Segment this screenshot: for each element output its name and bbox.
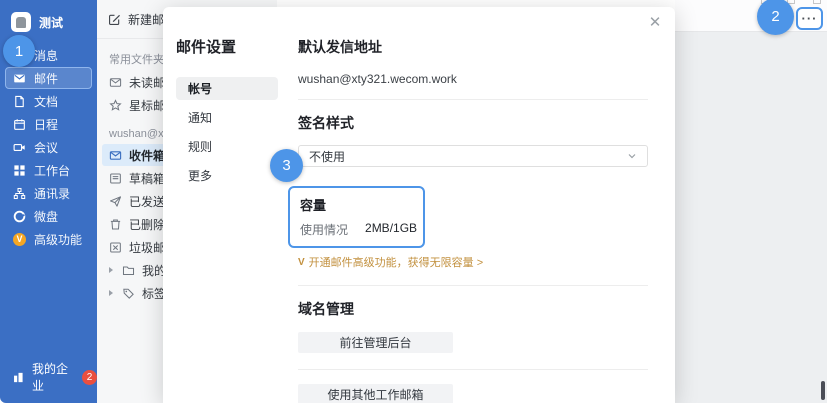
- mail-settings-modal: ✕ 邮件设置 帐号 通知 规则 更多 默认发信地址 wushan@xty321.…: [163, 7, 675, 403]
- settings-nav-account[interactable]: 帐号: [176, 77, 278, 100]
- sidebar-item-meeting[interactable]: 会议: [5, 136, 92, 158]
- sidebar-nav: 消息 邮件 文档 日程: [0, 42, 97, 251]
- upgrade-link[interactable]: V 开通邮件高级功能，获得无限容量 >: [298, 254, 648, 270]
- signature-select[interactable]: 不使用: [298, 145, 648, 167]
- capacity-highlight-box: 容量 使用情况 2MB/1GB: [288, 186, 425, 248]
- chevron-down-icon: [627, 151, 637, 161]
- other-mailbox-button[interactable]: 使用其他工作邮箱: [298, 384, 453, 405]
- domain-heading: 域名管理: [298, 299, 648, 319]
- advanced-sparkle-icon: V: [298, 257, 305, 268]
- calendar-icon: [13, 118, 26, 131]
- sidebar-item-label: 微盘: [34, 208, 58, 225]
- enterprise-count-badge: 2: [82, 370, 97, 385]
- sidebar-item-drive[interactable]: 微盘: [5, 205, 92, 227]
- usage-value: 2MB/1GB: [365, 221, 417, 238]
- sidebar-item-advanced[interactable]: V 高级功能: [5, 228, 92, 250]
- sidebar-item-label: 邮件: [34, 70, 58, 87]
- signature-heading: 签名样式: [298, 113, 648, 133]
- wecom-app-window: 测试 消息 邮件 文档: [0, 0, 827, 410]
- sidebar-item-label: 日程: [34, 116, 58, 133]
- inbox-icon: [109, 149, 122, 162]
- section-divider: [298, 99, 648, 100]
- document-icon: [13, 95, 26, 108]
- my-enterprise-label: 我的企业: [32, 360, 75, 394]
- sidebar-item-label: 文档: [34, 93, 58, 110]
- folder-icon: [122, 264, 135, 277]
- default-address-value: wushan@xty321.wecom.work: [298, 72, 648, 86]
- workspace-avatar: [11, 12, 31, 32]
- folder-item-label: 已发送: [129, 193, 165, 210]
- folder-item-label: 已删除: [129, 216, 165, 233]
- default-address-heading: 默认发信地址: [298, 37, 648, 57]
- settings-title: 邮件设置: [176, 36, 298, 57]
- settings-content: 默认发信地址 wushan@xty321.wecom.work 签名样式 不使用…: [298, 7, 648, 405]
- signature-selected-value: 不使用: [309, 148, 345, 165]
- contacts-org-icon: [13, 187, 26, 200]
- window-bottom-edge: [0, 403, 827, 410]
- sidebar-item-label: 消息: [34, 47, 58, 64]
- sidebar-item-label: 会议: [34, 139, 58, 156]
- star-icon: [109, 99, 122, 112]
- sidebar-item-label: 高级功能: [34, 231, 82, 248]
- admin-console-button[interactable]: 前往管理后台: [298, 332, 453, 353]
- section-divider: [298, 369, 648, 370]
- annotation-badge-3: 3: [270, 149, 303, 182]
- settings-nav-more[interactable]: 更多: [176, 164, 278, 187]
- close-icon[interactable]: ✕: [647, 15, 663, 31]
- settings-nav-rules[interactable]: 规则: [176, 135, 278, 158]
- capacity-usage-row: 使用情况 2MB/1GB: [300, 221, 423, 238]
- drive-disk-icon: [13, 210, 26, 223]
- workbench-grid-icon: [13, 164, 26, 177]
- close-window-icon[interactable]: [813, 0, 821, 4]
- folder-item-label: 草稿箱: [129, 170, 165, 187]
- section-divider: [298, 285, 648, 286]
- unread-mail-icon: [109, 76, 122, 89]
- settings-nav-notifications[interactable]: 通知: [176, 106, 278, 129]
- sidebar-item-mail[interactable]: 邮件: [5, 67, 92, 89]
- my-enterprise-item[interactable]: 我的企业 2: [12, 360, 97, 394]
- scrollbar-thumb[interactable]: [821, 381, 825, 400]
- sidebar-item-label: 工作台: [34, 162, 70, 179]
- capacity-heading: 容量: [300, 195, 423, 214]
- expand-arrow-icon[interactable]: [109, 290, 113, 296]
- upgrade-link-text: 开通邮件高级功能，获得无限容量 >: [309, 254, 483, 270]
- mail-toolbar: ···: [675, 0, 827, 32]
- usage-label: 使用情况: [300, 221, 348, 238]
- folder-item-label: 收件箱: [129, 147, 165, 164]
- annotation-badge-1: 1: [3, 35, 35, 67]
- draft-icon: [109, 172, 122, 185]
- sidebar-item-workbench[interactable]: 工作台: [5, 159, 92, 181]
- workspace-name: 测试: [39, 14, 63, 31]
- sidebar-item-contacts[interactable]: 通讯录: [5, 182, 92, 204]
- advanced-features-icon: V: [13, 233, 26, 246]
- sent-plane-icon: [109, 195, 122, 208]
- mail-icon: [13, 72, 26, 85]
- meeting-video-icon: [13, 141, 26, 154]
- compose-icon: [108, 13, 121, 26]
- mail-content-background: ···: [675, 0, 827, 403]
- more-options-button[interactable]: ···: [796, 7, 823, 30]
- spam-icon: [109, 241, 122, 254]
- sidebar-item-calendar[interactable]: 日程: [5, 113, 92, 135]
- expand-arrow-icon[interactable]: [109, 267, 113, 273]
- sidebar-item-docs[interactable]: 文档: [5, 90, 92, 112]
- enterprise-building-icon: [12, 371, 25, 384]
- tag-icon: [122, 287, 135, 300]
- sidebar-item-label: 通讯录: [34, 185, 70, 202]
- trash-icon: [109, 218, 122, 231]
